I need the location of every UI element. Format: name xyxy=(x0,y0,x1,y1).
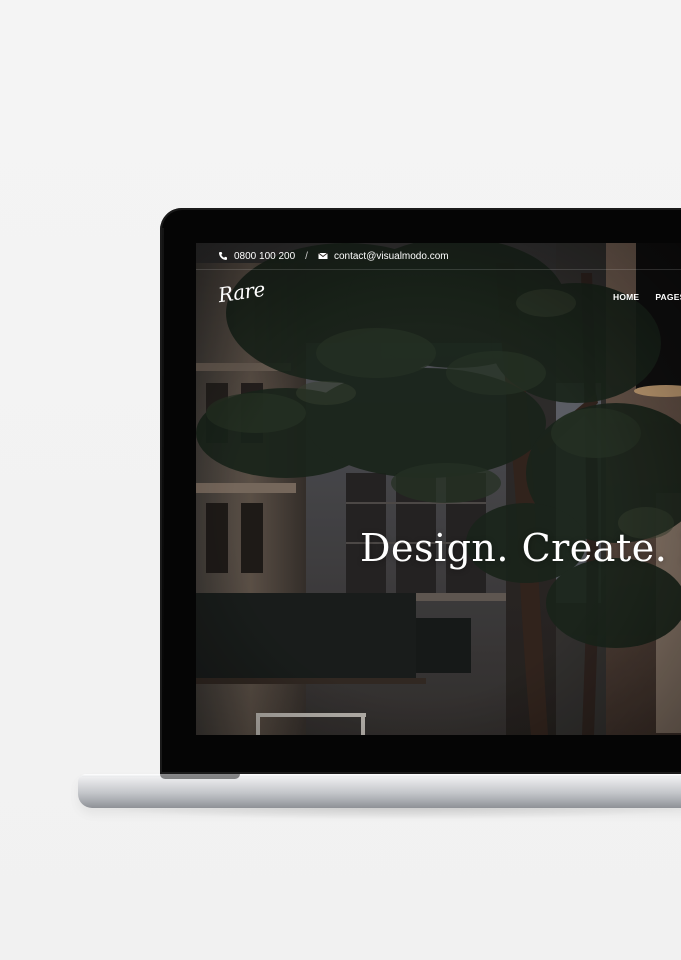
mockup-stage: 0800 100 200 / contact@visualmodo.com Ra… xyxy=(0,0,681,960)
phone-icon xyxy=(219,252,227,260)
laptop-base xyxy=(78,774,681,808)
email-address: contact@visualmodo.com xyxy=(333,250,449,262)
topbar-separator: / xyxy=(305,250,308,262)
phone-number: 0800 100 200 xyxy=(234,250,296,262)
main-navigation: Rare HOME PAGES xyxy=(196,270,681,320)
laptop-screen: 0800 100 200 / contact@visualmodo.com Ra… xyxy=(196,243,681,735)
hero-headline: Design. Create. In xyxy=(360,526,681,570)
envelope-icon xyxy=(318,252,328,259)
nav-item-home[interactable]: HOME xyxy=(613,292,639,302)
email-contact[interactable]: contact@visualmodo.com xyxy=(318,251,449,262)
phone-contact[interactable]: 0800 100 200 xyxy=(218,251,295,262)
laptop-shadow xyxy=(90,806,681,820)
nav-links: HOME PAGES xyxy=(613,292,681,302)
laptop-hinge-notch xyxy=(160,774,240,779)
contact-topbar: 0800 100 200 / contact@visualmodo.com xyxy=(196,243,681,270)
nav-item-pages[interactable]: PAGES xyxy=(655,292,681,302)
site-logo[interactable]: Rare xyxy=(217,277,267,307)
